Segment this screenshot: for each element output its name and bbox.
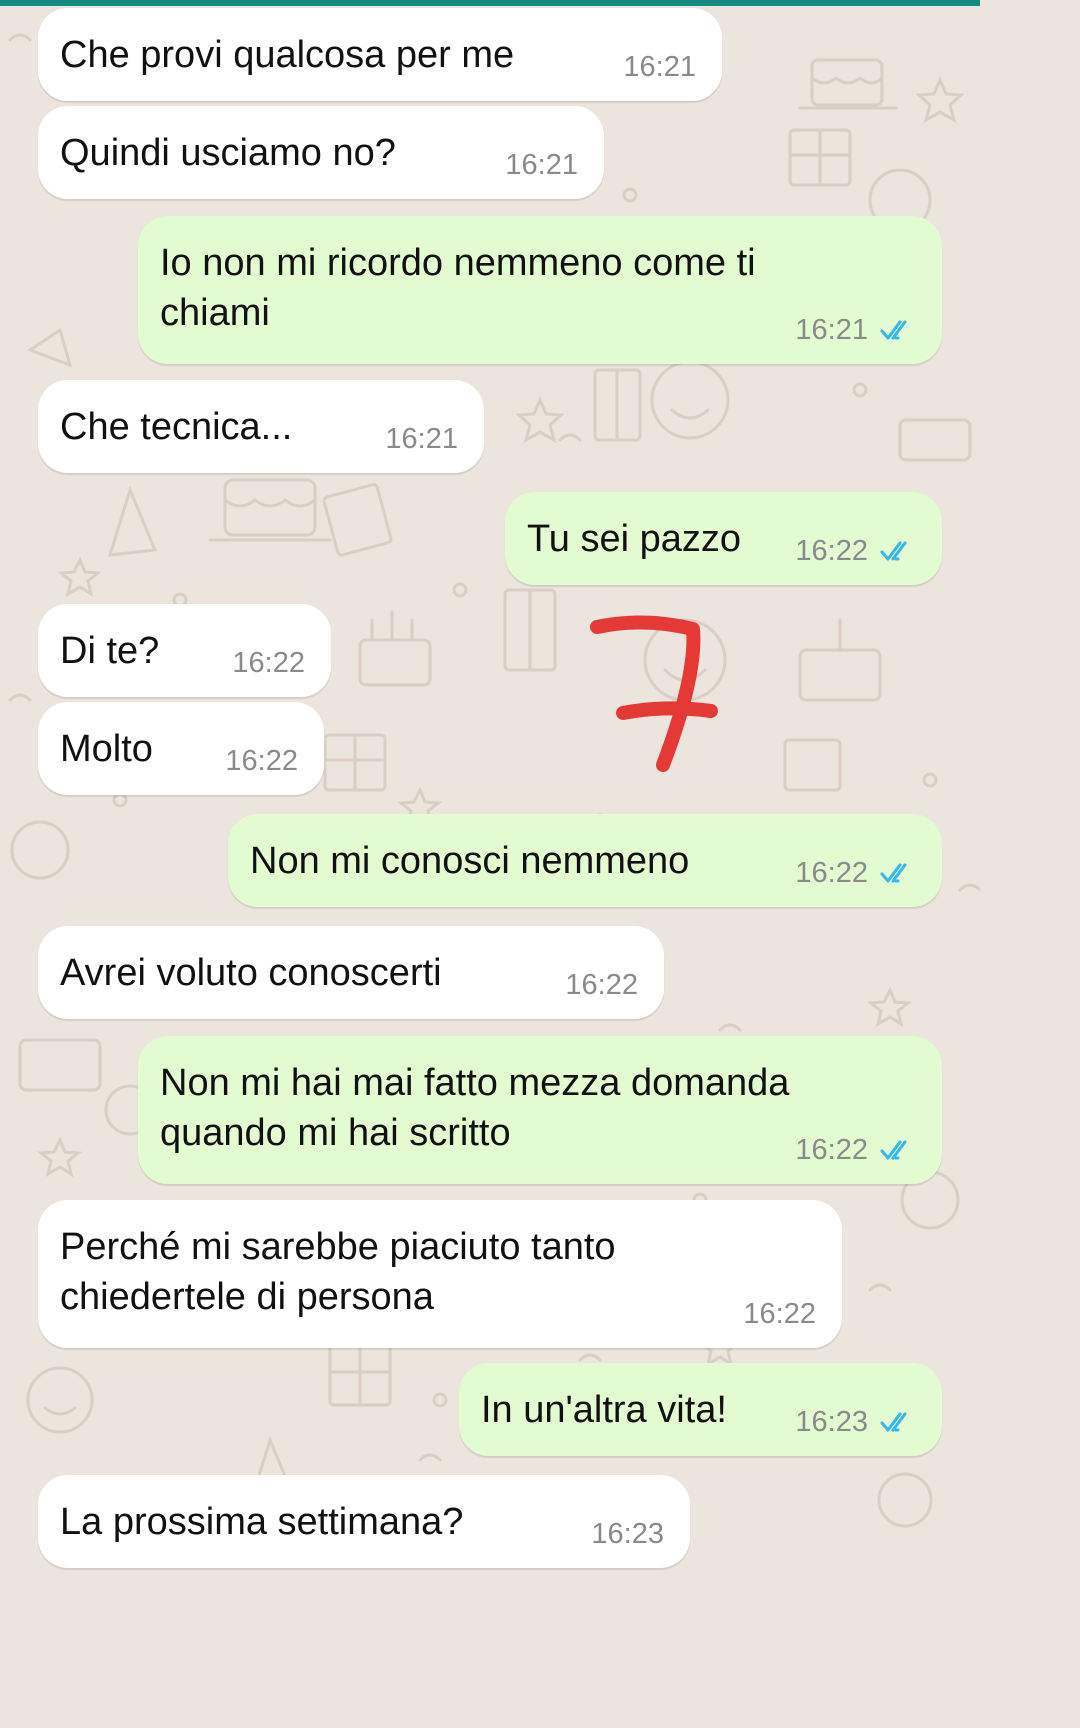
message-meta: 16:22	[225, 745, 298, 777]
message-meta: 16:21	[505, 149, 578, 181]
message-meta: 16:22	[565, 969, 638, 1001]
message-time: 16:22	[795, 1134, 868, 1166]
message-time: 16:22	[795, 535, 868, 567]
message-text: In un'altra vita!	[481, 1389, 727, 1431]
message-text: La prossima settimana?	[60, 1501, 464, 1543]
message-time: 16:21	[623, 51, 696, 83]
message-text: Quindi usciamo no?	[60, 132, 396, 174]
message-time: 16:22	[743, 1298, 816, 1330]
double-check-read-icon	[880, 1412, 907, 1432]
message-bubble-incoming[interactable]: Di te? 16:22	[38, 604, 331, 697]
message-time: 16:21	[385, 423, 458, 455]
message-text: Avrei voluto conoscerti	[60, 952, 442, 994]
double-check-read-icon	[880, 320, 907, 340]
message-text: Non mi conosci nemmeno	[250, 840, 690, 882]
message-bubble-incoming[interactable]: Che tecnica... 16:21	[38, 380, 484, 473]
message-meta: 16:22	[795, 535, 916, 567]
message-text: Che tecnica...	[60, 406, 293, 448]
message-bubble-outgoing[interactable]: In un'altra vita! 16:23	[459, 1363, 942, 1456]
message-bubble-outgoing[interactable]: Tu sei pazzo 16:22	[505, 492, 942, 585]
message-meta: 16:22	[795, 1134, 916, 1166]
double-check-read-icon	[880, 863, 907, 883]
message-time: 16:22	[795, 857, 868, 889]
message-bubble-incoming[interactable]: Che provi qualcosa per me 16:21	[38, 8, 722, 101]
message-time: 16:22	[232, 647, 305, 679]
red-seven-handwritten-mark	[590, 615, 718, 772]
message-bubble-incoming[interactable]: Avrei voluto conoscerti 16:22	[38, 926, 664, 1019]
message-meta: 16:21	[795, 314, 916, 346]
message-text: Non mi hai mai fatto mezza domanda quand…	[160, 1062, 790, 1154]
double-check-read-icon	[880, 1140, 907, 1160]
message-text: Molto	[60, 728, 153, 770]
message-bubble-outgoing[interactable]: Non mi conosci nemmeno 16:22	[228, 814, 942, 907]
message-time: 16:23	[795, 1406, 868, 1438]
message-text: Di te?	[60, 630, 160, 672]
message-text: Perché mi sarebbe piaciuto tanto chieder…	[60, 1226, 616, 1318]
message-bubble-incoming[interactable]: Perché mi sarebbe piaciuto tanto chieder…	[38, 1200, 842, 1348]
message-meta: 16:22	[743, 1298, 816, 1330]
message-bubble-outgoing[interactable]: Non mi hai mai fatto mezza domanda quand…	[138, 1036, 942, 1184]
message-text: Che provi qualcosa per me	[60, 34, 515, 76]
message-meta: 16:21	[385, 423, 458, 455]
message-bubble-incoming[interactable]: Molto 16:22	[38, 702, 324, 795]
message-bubble-incoming[interactable]: Quindi usciamo no? 16:21	[38, 106, 604, 199]
message-time: 16:22	[565, 969, 638, 1001]
message-meta: 16:22	[795, 857, 916, 889]
message-time: 16:22	[225, 745, 298, 777]
message-time: 16:21	[795, 314, 868, 346]
message-bubble-outgoing[interactable]: Io non mi ricordo nemmeno come ti chiami…	[138, 216, 942, 364]
message-text: Tu sei pazzo	[527, 518, 742, 560]
message-meta: 16:22	[232, 647, 305, 679]
message-meta: 16:21	[623, 51, 696, 83]
message-bubble-incoming[interactable]: La prossima settimana? 16:23	[38, 1475, 690, 1568]
message-time: 16:23	[591, 1518, 664, 1550]
double-check-read-icon	[880, 541, 907, 561]
message-meta: 16:23	[795, 1406, 916, 1438]
message-meta: 16:23	[591, 1518, 664, 1550]
message-time: 16:21	[505, 149, 578, 181]
message-text: Io non mi ricordo nemmeno come ti chiami	[160, 242, 756, 334]
